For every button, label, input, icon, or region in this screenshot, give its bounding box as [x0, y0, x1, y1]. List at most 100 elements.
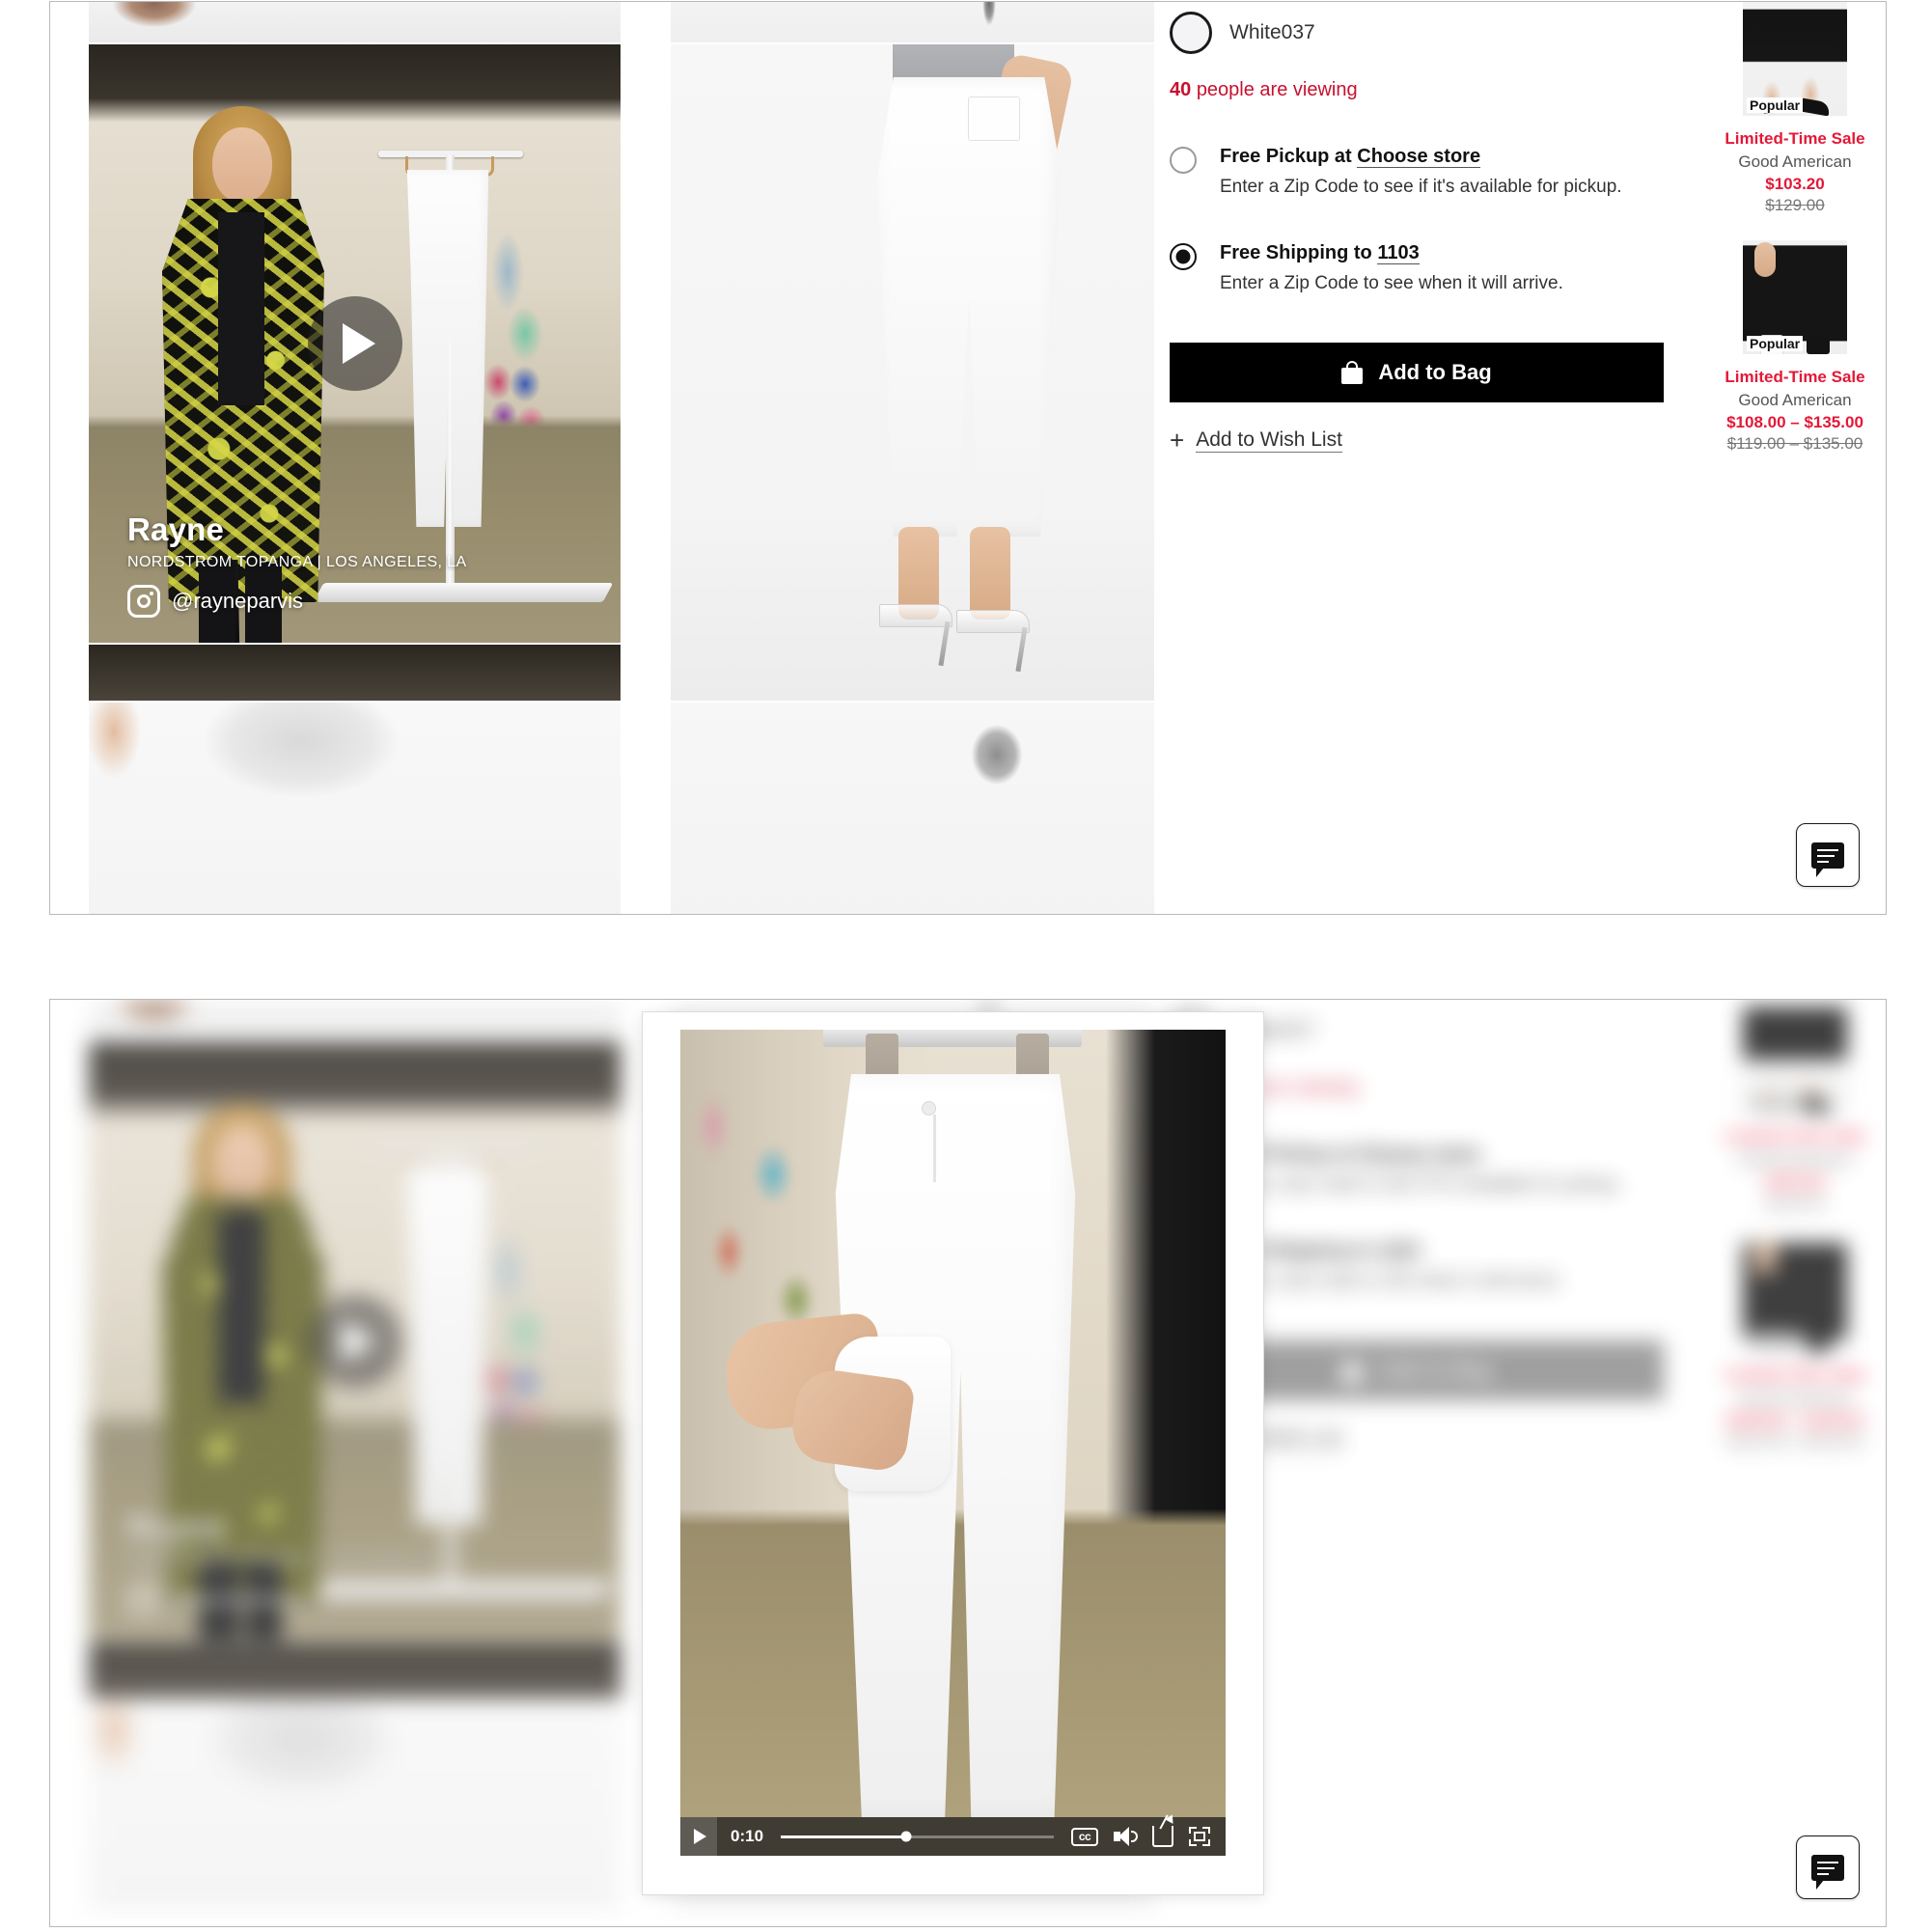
viewing-count: 40 — [1170, 79, 1192, 100]
instagram-icon — [127, 585, 160, 618]
people-viewing-status: 40 people are viewing — [1170, 79, 1706, 101]
video-player[interactable]: 0:10 cc — [680, 1030, 1226, 1856]
product-photo-partial — [671, 2, 1154, 42]
zip-code-link[interactable]: 1103 — [1377, 242, 1420, 264]
play-triangle-icon — [343, 323, 375, 364]
brand-name-blurred: Good American — [1738, 1389, 1852, 1408]
share-icon — [1152, 1826, 1173, 1847]
pickup-radio[interactable] — [1170, 147, 1197, 174]
sale-price-blurred: $103.20 — [1765, 1173, 1825, 1192]
product-details: White037 40 people are viewing Free Pick… — [1170, 2, 1706, 914]
video-caption-overlay: Rayne NORDSTROM TOPANGA | LOS ANGELES, L… — [127, 513, 467, 618]
sale-label-blurred: Limited-Time Sale — [1725, 1127, 1865, 1145]
original-price: $119.00 – $135.00 — [1726, 434, 1863, 454]
recommendations-rail-blurred: Popular Limited-Time Sale Good American … — [1704, 1000, 1886, 1926]
video-progress-knob[interactable] — [900, 1831, 912, 1842]
fullscreen-icon — [1189, 1827, 1210, 1846]
instagram-handle-blurred: @rayneparvis — [172, 1587, 304, 1611]
popular-badge: Popular — [1747, 97, 1804, 113]
sale-label: Limited-Time Sale — [1725, 129, 1865, 148]
pickup-subtitle-blurred: Enter a Zip Code to see if it's availabl… — [1220, 1174, 1622, 1195]
gallery-column-right — [671, 2, 1154, 914]
sale-price: $108.00 – $135.00 — [1726, 413, 1863, 432]
product-photo-partial — [671, 703, 1154, 914]
share-button[interactable] — [1152, 1826, 1173, 1847]
gallery-column-left: Rayne NORDSTROM TOPANGA | LOS ANGELES, L… — [89, 2, 621, 914]
fulfillment-option-pickup[interactable]: Free Pickup at Choose store Enter a Zip … — [1170, 146, 1706, 198]
gallery-column-left-blurred: Rayne NORDSTROM TOPANGA | LOS ANGELES, L… — [89, 1000, 621, 1926]
closed-captions-button[interactable]: cc — [1071, 1827, 1098, 1846]
video-timestamp: 0:10 — [731, 1827, 764, 1845]
recommendation-card[interactable]: Popular Limited-Time Sale Good American … — [1704, 2, 1886, 223]
add-to-wish-list-label: Add to Wish List — [1196, 428, 1342, 453]
chat-widget-button[interactable] — [1796, 1835, 1860, 1899]
sale-label-blurred: Limited-Time Sale — [1725, 1366, 1865, 1385]
speaker-icon — [1114, 1827, 1138, 1846]
choose-store-link[interactable]: Choose store — [1357, 146, 1481, 168]
volume-button[interactable] — [1114, 1827, 1138, 1846]
zip-code-link-blurred: 1103 — [1377, 1240, 1420, 1262]
add-to-bag-label-blurred: Add to Bag — [1378, 1358, 1492, 1382]
stylist-name: Rayne — [127, 511, 225, 548]
gallery-video-tile[interactable]: Rayne NORDSTROM TOPANGA | LOS ANGELES, L… — [89, 44, 621, 643]
add-to-bag-label: Add to Bag — [1378, 360, 1492, 384]
viewing-text: people are viewing — [1196, 79, 1358, 100]
stylist-name-blurred: Rayne — [127, 1509, 225, 1546]
gallery-tile-bottom-left[interactable] — [89, 703, 621, 914]
popular-badge: Popular — [1747, 336, 1804, 352]
chat-bubble-icon — [1811, 842, 1844, 877]
play-button-blurred — [307, 1294, 402, 1389]
pickup-subtitle: Enter a Zip Code to see if it's availabl… — [1220, 177, 1622, 197]
product-page-panel-with-video-modal: Rayne NORDSTROM TOPANGA | LOS ANGELES, L… — [49, 999, 1887, 1927]
brand-name: Good American — [1738, 152, 1852, 172]
play-button[interactable] — [307, 296, 402, 391]
video-frame — [680, 1030, 1226, 1856]
shipping-title: Free Shipping to 1103 — [1220, 242, 1706, 264]
recommendation-image[interactable]: Popular — [1743, 240, 1847, 355]
fulfillment-option-shipping[interactable]: Free Shipping to 1103 Enter a Zip Code t… — [1170, 242, 1706, 294]
instagram-icon — [127, 1583, 160, 1615]
gallery-tile-top-right[interactable] — [671, 2, 1154, 42]
brand-name: Good American — [1738, 391, 1852, 410]
video-progress-fill — [781, 1835, 907, 1838]
cc-icon: cc — [1071, 1827, 1098, 1846]
product-studio-photo — [671, 44, 1154, 701]
color-swatch-white037[interactable] — [1170, 12, 1212, 54]
shipping-subtitle: Enter a Zip Code to see when it will arr… — [1220, 273, 1563, 293]
shipping-title-prefix: Free Shipping to — [1220, 242, 1378, 263]
gallery-tile-top-left[interactable] — [89, 2, 621, 42]
gallery-tile-bottom-right[interactable] — [671, 703, 1154, 914]
add-to-wish-list-button[interactable]: + Add to Wish List — [1170, 428, 1706, 453]
add-to-bag-button[interactable]: Add to Bag — [1170, 343, 1664, 402]
color-name-label: White037 — [1229, 21, 1315, 43]
popular-badge-blurred: Popular — [1747, 1334, 1804, 1350]
instagram-handle: @rayneparvis — [172, 589, 304, 613]
recommendation-image[interactable]: Popular — [1743, 2, 1847, 116]
video-play-button[interactable] — [680, 1817, 717, 1856]
chat-widget-button[interactable] — [1796, 823, 1860, 887]
sale-price-blurred: $108.00 – $135.00 — [1726, 1411, 1863, 1430]
gallery-tile-main-right[interactable] — [671, 44, 1154, 701]
store-location-blurred: NORDSTROM TOPANGA | LOS ANGELES, LA — [127, 1552, 467, 1568]
product-photo-partial — [89, 645, 621, 701]
product-page-panel: Rayne NORDSTROM TOPANGA | LOS ANGELES, L… — [49, 1, 1887, 915]
video-progress-slider[interactable] — [781, 1831, 1054, 1842]
pickup-title-prefix: Free Pickup at — [1220, 146, 1358, 167]
chat-bubble-icon — [1811, 1854, 1844, 1890]
pickup-title: Free Pickup at Choose store — [1220, 146, 1706, 168]
video-control-bar: 0:10 cc — [680, 1817, 1226, 1856]
fullscreen-button[interactable] — [1189, 1827, 1210, 1846]
original-price-blurred: $119.00 – $135.00 — [1726, 1432, 1863, 1451]
color-swatch-row: White037 — [1170, 12, 1706, 54]
plus-icon: + — [1170, 426, 1185, 455]
brand-name-blurred: Good American — [1738, 1150, 1852, 1170]
sale-price: $103.20 — [1765, 175, 1825, 194]
recommendation-card[interactable]: Popular Limited-Time Sale Good American … — [1704, 240, 1886, 461]
gallery-tile-mid-left[interactable] — [89, 645, 621, 701]
shipping-subtitle-blurred: Enter a Zip Code to see when it will arr… — [1220, 1271, 1563, 1291]
shipping-radio[interactable] — [1170, 243, 1197, 270]
sale-label: Limited-Time Sale — [1725, 368, 1865, 387]
choose-store-link-blurred: Choose store — [1357, 1144, 1481, 1166]
media-gallery: Rayne NORDSTROM TOPANGA | LOS ANGELES, L… — [50, 2, 1154, 914]
product-photo-partial — [89, 703, 621, 914]
